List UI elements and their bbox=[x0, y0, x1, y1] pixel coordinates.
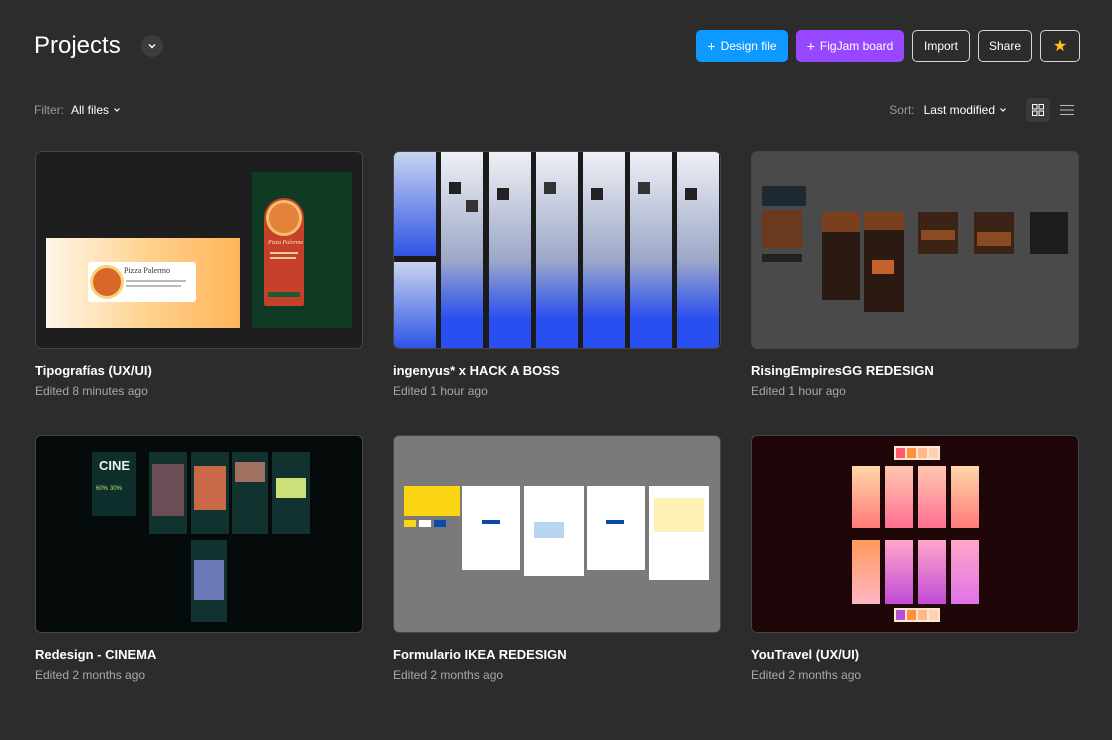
thumb-poster-title: CINE bbox=[99, 458, 131, 473]
thumb-pizza-title: Pizza Palermo bbox=[124, 266, 170, 275]
file-card[interactable]: YouTravel (UX/UI) Edited 2 months ago bbox=[751, 435, 1079, 682]
sort-dropdown[interactable]: Last modified bbox=[924, 102, 1007, 118]
plus-icon: + bbox=[806, 38, 815, 54]
file-name: Tipografías (UX/UI) bbox=[35, 363, 152, 378]
plus-icon: + bbox=[707, 38, 716, 54]
file-thumbnail[interactable] bbox=[393, 151, 721, 349]
filter-value: All files bbox=[71, 103, 110, 117]
filter-label: Filter: bbox=[34, 103, 64, 117]
page-title: Projects bbox=[34, 32, 121, 59]
sort-control: Sort: Last modified bbox=[889, 102, 1007, 118]
file-name: ingenyus* x HACK A BOSS bbox=[393, 363, 560, 378]
thumb-poster-percent-2: 30% bbox=[110, 486, 123, 492]
import-button[interactable]: Import bbox=[912, 30, 970, 62]
file-name: RisingEmpiresGG REDESIGN bbox=[751, 363, 934, 378]
design-file-label: Design file bbox=[720, 39, 777, 53]
star-icon: ★ bbox=[1052, 38, 1068, 55]
file-thumbnail[interactable]: CINE 60% 30% bbox=[35, 435, 363, 633]
file-edited-time: Edited 1 hour ago bbox=[751, 384, 846, 398]
list-icon bbox=[1060, 105, 1074, 115]
grid-icon bbox=[1032, 104, 1044, 116]
list-view-button[interactable] bbox=[1055, 98, 1079, 122]
file-name: Formulario IKEA REDESIGN bbox=[393, 647, 567, 662]
filter-dropdown[interactable]: All files bbox=[71, 102, 121, 118]
header-actions: + Design file + FigJam board Import Shar… bbox=[696, 30, 1080, 62]
file-edited-time: Edited 2 months ago bbox=[751, 668, 862, 682]
filter-control: Filter: All files bbox=[34, 102, 121, 118]
file-card[interactable]: Formulario IKEA REDESIGN Edited 2 months… bbox=[393, 435, 721, 682]
page-header: Projects + Design file + FigJam board Im… bbox=[34, 30, 1080, 62]
file-edited-time: Edited 8 minutes ago bbox=[35, 384, 148, 398]
file-thumbnail[interactable] bbox=[751, 151, 1079, 349]
new-design-file-button[interactable]: + Design file bbox=[696, 30, 788, 62]
thumb-poster-percent-1: 60% bbox=[96, 486, 109, 492]
file-edited-time: Edited 2 months ago bbox=[393, 668, 504, 682]
file-thumbnail[interactable] bbox=[751, 435, 1079, 633]
sort-value: Last modified bbox=[923, 103, 995, 117]
grid-view-button[interactable] bbox=[1026, 98, 1050, 122]
projects-menu-chevron-icon[interactable] bbox=[141, 35, 163, 57]
file-thumbnail[interactable] bbox=[393, 435, 721, 633]
import-label: Import bbox=[924, 39, 959, 53]
file-name: YouTravel (UX/UI) bbox=[751, 647, 860, 662]
chevron-down-icon bbox=[114, 108, 120, 112]
file-card[interactable]: RisingEmpiresGG REDESIGN Edited 1 hour a… bbox=[751, 151, 1079, 398]
file-thumbnail[interactable]: Pizza Palermo Pizza Palermo bbox=[35, 151, 363, 349]
file-card[interactable]: ingenyus* x HACK A BOSS Edited 1 hour ag… bbox=[393, 151, 721, 398]
favorite-button[interactable]: ★ bbox=[1040, 30, 1080, 62]
figjam-board-label: FigJam board bbox=[819, 39, 894, 53]
share-button[interactable]: Share bbox=[978, 30, 1032, 62]
thumb-pizza-title-2: Pizza Palermo bbox=[268, 240, 304, 246]
file-card[interactable]: CINE 60% 30% Redesign - CINEMA Edited 2 … bbox=[35, 435, 363, 682]
share-label: Share bbox=[988, 39, 1022, 53]
file-name: Redesign - CINEMA bbox=[35, 647, 157, 662]
file-card[interactable]: Pizza Palermo Pizza Palermo Tipografías … bbox=[35, 151, 363, 398]
file-edited-time: Edited 2 months ago bbox=[35, 668, 146, 682]
sort-label: Sort: bbox=[889, 103, 915, 117]
chevron-down-icon bbox=[1000, 108, 1006, 112]
file-edited-time: Edited 1 hour ago bbox=[393, 384, 488, 398]
new-figjam-board-button[interactable]: + FigJam board bbox=[796, 30, 904, 62]
